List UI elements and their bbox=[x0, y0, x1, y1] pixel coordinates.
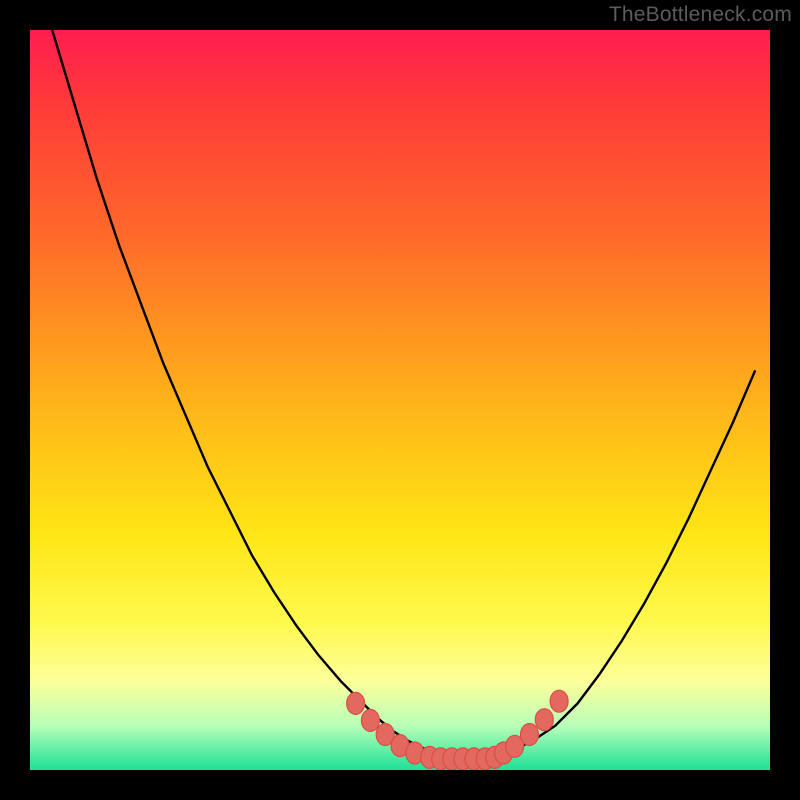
chart-svg bbox=[30, 30, 770, 770]
curve-marker bbox=[347, 692, 365, 714]
chart-frame: TheBottleneck.com bbox=[0, 0, 800, 800]
bottleneck-curve-path bbox=[52, 30, 755, 759]
plot-area bbox=[30, 30, 770, 770]
curve-marker bbox=[550, 690, 568, 712]
curve-marker bbox=[521, 724, 539, 746]
marker-cluster bbox=[347, 690, 568, 770]
watermark-text: TheBottleneck.com bbox=[609, 3, 792, 27]
curve-marker bbox=[535, 709, 553, 731]
curve-marker bbox=[361, 709, 379, 731]
